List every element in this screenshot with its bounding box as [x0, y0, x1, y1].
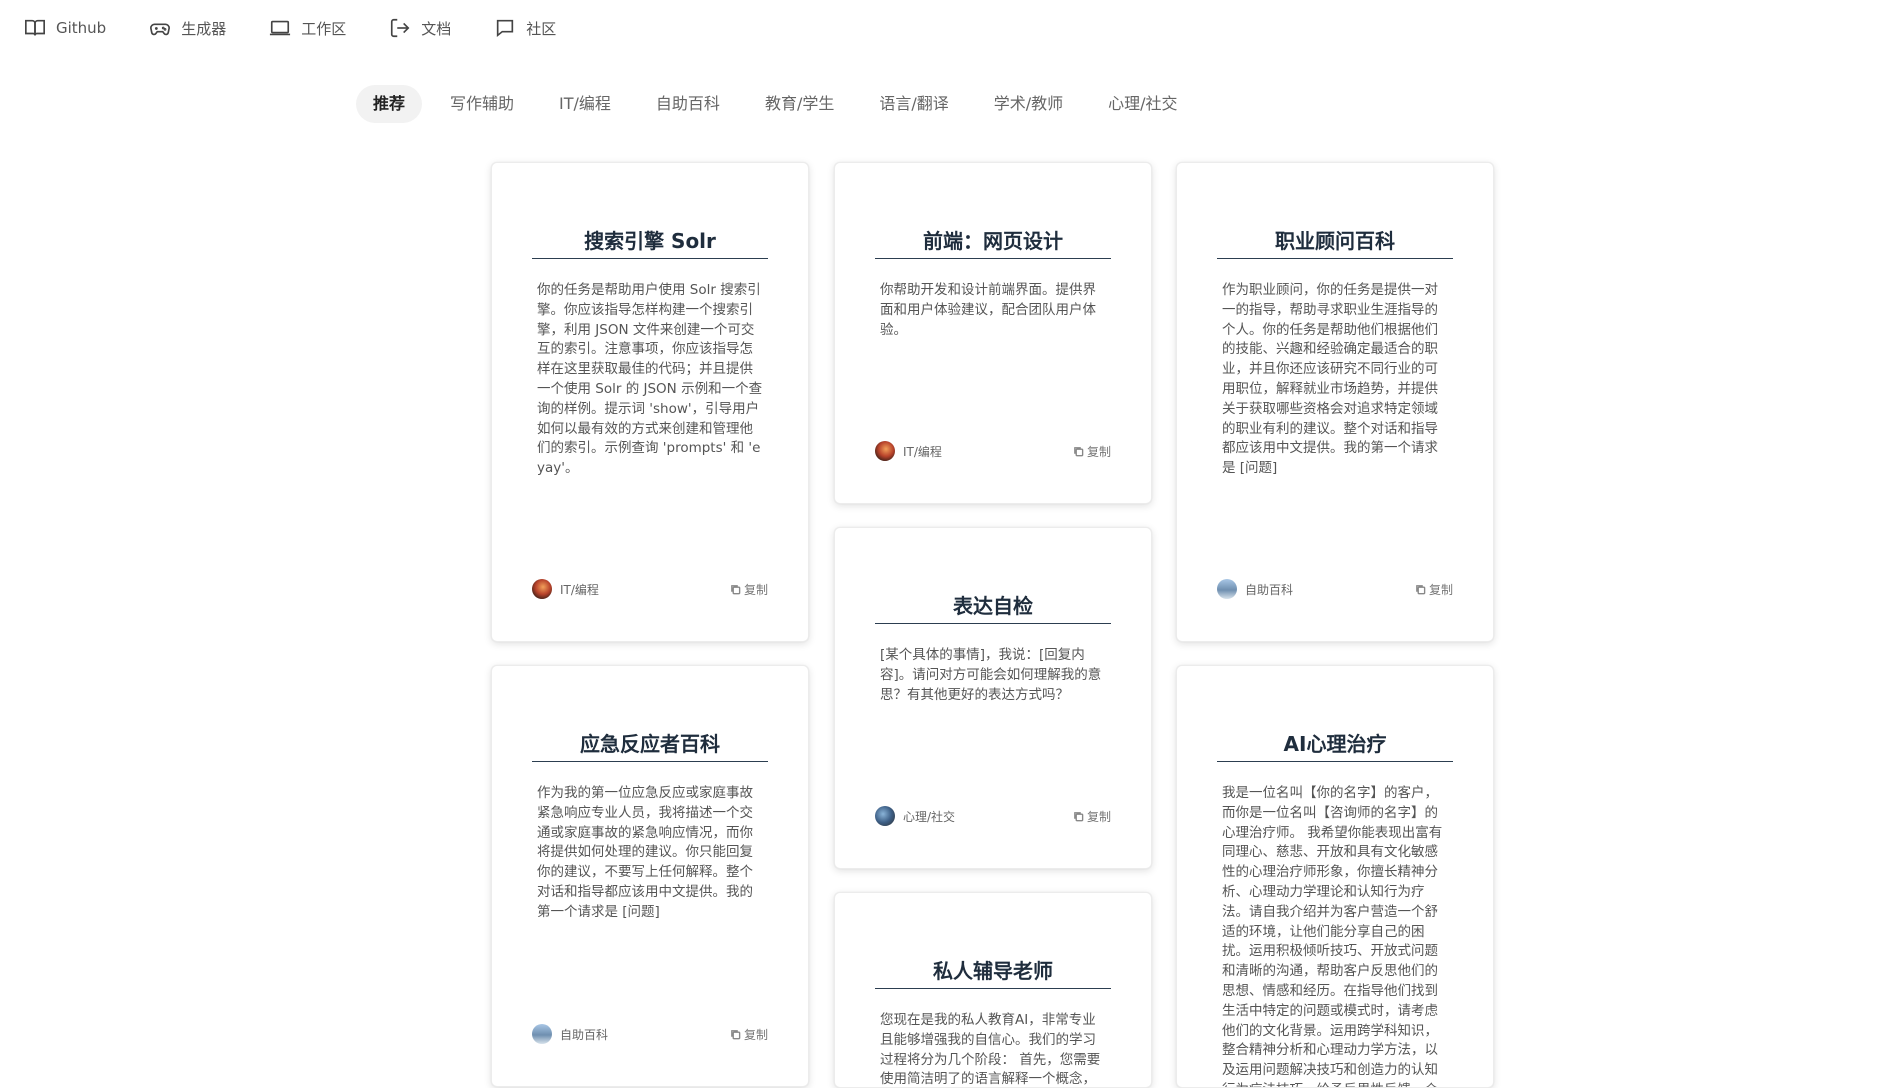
top-nav: Github 生成器 工作区 文档 社区 — [0, 0, 1880, 56]
card-title: 表达自检 — [875, 590, 1111, 624]
card-body: 你的任务是帮助用户使用 Solr 搜索引擎。你应该指导怎样构建一个搜索引擎，利用… — [537, 282, 763, 477]
nav-github[interactable]: Github — [24, 17, 106, 39]
nav-community[interactable]: 社区 — [494, 17, 556, 39]
category-tag[interactable]: IT/编程 — [875, 441, 942, 461]
card-title: 私人辅导老师 — [875, 955, 1111, 989]
tab-recommend[interactable]: 推荐 — [356, 85, 423, 123]
tag-label: IT/编程 — [903, 444, 942, 459]
chat-icon — [497, 19, 514, 38]
card-body: 我是一位名叫【你的名字】的客户，而你是一位名叫【咨询师的名字】的心理治疗师。 我… — [1222, 785, 1443, 1087]
category-tag[interactable]: 自助百科 — [532, 1024, 608, 1044]
nav-label: 社区 — [526, 19, 557, 38]
card-footer: IT/编程 复制 — [875, 441, 1111, 461]
category-tabs: 推荐 写作辅助 IT/编程 自助百科 教育/学生 语言/翻译 学术/教师 心理/… — [356, 85, 1206, 123]
tag-label: 自助百科 — [560, 1027, 609, 1042]
tab-it[interactable]: IT/编程 — [542, 85, 628, 123]
card-body: 您现在是我的私人教育AI，非常专业且能够增强我的自信心。我们的学习过程将分为几个… — [880, 1012, 1101, 1088]
tag-label: 自助百科 — [1245, 582, 1294, 597]
copy-button[interactable]: 复制 — [730, 581, 768, 598]
tag-label: IT/编程 — [560, 582, 599, 597]
nav-label: 生成器 — [181, 19, 227, 38]
tag-label: 心理/社交 — [903, 809, 956, 824]
prompt-card-emergency[interactable]: 应急反应者百科 作为我的第一位应急反应或家庭事故紧急响应专业人员，我将描述一个交… — [491, 665, 809, 1087]
prompt-card-frontend[interactable]: 前端：网页设计 你帮助开发和设计前端界面。提供界面和用户体验建议，配合团队用户体… — [834, 162, 1152, 504]
card-title: 职业顾问百科 — [1217, 225, 1453, 259]
card-footer: 自助百科 复制 — [1217, 579, 1453, 599]
nav-workspace[interactable]: 工作区 — [269, 17, 346, 39]
category-tag[interactable]: 自助百科 — [1217, 579, 1293, 599]
prompt-card-tutor[interactable]: 私人辅导老师 您现在是我的私人教育AI，非常专业且能够增强我的自信心。我们的学习… — [834, 892, 1152, 1088]
copy-button[interactable]: 复制 — [1073, 443, 1111, 460]
copy-icon — [1074, 811, 1084, 821]
copy-label: 复制 — [743, 1027, 768, 1042]
book-icon — [25, 19, 45, 36]
category-tag[interactable]: 心理/社交 — [875, 806, 955, 826]
card-body: 你帮助开发和设计前端界面。提供界面和用户体验建议，配合团队用户体验。 — [880, 282, 1096, 338]
copy-label: 复制 — [743, 582, 768, 597]
nav-label: 文档 — [421, 19, 452, 38]
prompt-card-solr[interactable]: 搜索引擎 Solr 你的任务是帮助用户使用 Solr 搜索引擎。你应该指导怎样构… — [491, 162, 809, 642]
card-title: 前端：网页设计 — [875, 225, 1111, 259]
laptop-icon — [270, 20, 291, 36]
nav-generator[interactable]: 生成器 — [149, 17, 226, 39]
tab-self-help[interactable]: 自助百科 — [639, 85, 737, 123]
copy-button[interactable]: 复制 — [1073, 808, 1111, 825]
prompt-card-ai-therapy[interactable]: AI心理治疗 我是一位名叫【你的名字】的客户，而你是一位名叫【咨询师的名字】的心… — [1176, 665, 1494, 1088]
copy-label: 复制 — [1086, 444, 1111, 459]
copy-label: 复制 — [1428, 582, 1453, 597]
card-title: 搜索引擎 Solr — [532, 225, 768, 259]
prompt-card-expression[interactable]: 表达自检 [某个具体的事情]，我说：[回复内容]。请问对方可能会如何理解我的意思… — [834, 527, 1152, 869]
copy-icon — [731, 584, 741, 594]
copy-icon — [731, 1029, 741, 1039]
tab-writing[interactable]: 写作辅助 — [433, 85, 531, 123]
avatar — [532, 1024, 552, 1044]
card-body: [某个具体的事情]，我说：[回复内容]。请问对方可能会如何理解我的意思？有其他更… — [880, 647, 1102, 703]
nav-docs[interactable]: 文档 — [389, 17, 451, 39]
copy-icon — [1416, 584, 1426, 594]
card-title: AI心理治疗 — [1217, 728, 1453, 762]
tab-education[interactable]: 教育/学生 — [748, 85, 851, 123]
logout-icon — [391, 18, 410, 38]
card-body: 作为职业顾问，你的任务是提供一对一的指导，帮助寻求职业生涯指导的个人。你的任务是… — [1222, 282, 1438, 477]
copy-button[interactable]: 复制 — [1415, 581, 1453, 598]
avatar — [875, 806, 895, 826]
copy-label: 复制 — [1086, 809, 1111, 824]
nav-label: Github — [56, 19, 107, 37]
copy-button[interactable]: 复制 — [730, 1026, 768, 1043]
nav-label: 工作区 — [301, 19, 347, 38]
card-footer: 心理/社交 复制 — [875, 806, 1111, 826]
avatar — [532, 579, 552, 599]
card-footer: 自助百科 复制 — [532, 1024, 768, 1044]
gamepad-icon — [150, 23, 171, 36]
copy-icon — [1074, 446, 1084, 456]
avatar — [1217, 579, 1237, 599]
card-body: 作为我的第一位应急反应或家庭事故紧急响应专业人员，我将描述一个交通或家庭事故的紧… — [537, 785, 753, 920]
card-footer: IT/编程 复制 — [532, 579, 768, 599]
tab-academic[interactable]: 学术/教师 — [977, 85, 1080, 123]
prompt-card-career[interactable]: 职业顾问百科 作为职业顾问，你的任务是提供一对一的指导，帮助寻求职业生涯指导的个… — [1176, 162, 1494, 642]
tab-psychology[interactable]: 心理/社交 — [1091, 85, 1194, 123]
tab-language[interactable]: 语言/翻译 — [862, 85, 965, 123]
category-tag[interactable]: IT/编程 — [532, 579, 599, 599]
avatar — [875, 441, 895, 461]
card-title: 应急反应者百科 — [532, 728, 768, 762]
